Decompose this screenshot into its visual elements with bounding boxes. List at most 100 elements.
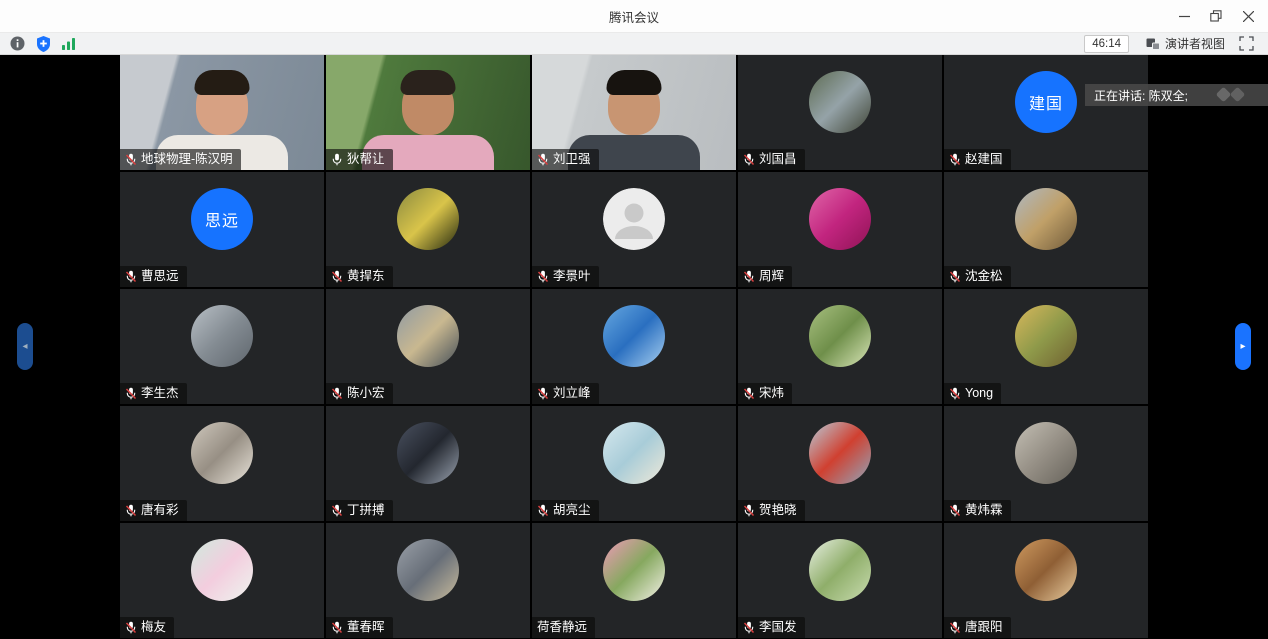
meeting-timer: 46:14 (1084, 35, 1129, 53)
participant-tile[interactable]: 董春晖 (326, 523, 530, 638)
participant-tile[interactable]: 周辉 (738, 172, 942, 287)
participant-tile[interactable]: 李生杰 (120, 289, 324, 404)
avatar-photo (1015, 422, 1077, 484)
participant-name-label: 李生杰 (120, 383, 187, 404)
fullscreen-button[interactable] (1239, 36, 1254, 51)
participant-tile[interactable]: 胡亮尘 (532, 406, 736, 521)
mic-muted-icon (949, 621, 961, 634)
participant-name: 沈金松 (965, 269, 1003, 283)
participant-tile[interactable]: 黄炜霖 (944, 406, 1148, 521)
participant-tile[interactable]: 刘国昌 (738, 55, 942, 170)
participant-name: 荷香静远 (537, 620, 587, 634)
participant-tile[interactable]: 沈金松 (944, 172, 1148, 287)
toolbar: 46:14 演讲者视图 (0, 32, 1268, 55)
info-icon[interactable] (10, 36, 25, 51)
speaker-view-button[interactable]: 演讲者视图 (1146, 35, 1225, 52)
mic-muted-icon (743, 387, 755, 400)
minimize-button[interactable] (1168, 0, 1200, 32)
mic-muted-icon (125, 387, 137, 400)
avatar-photo (603, 422, 665, 484)
participant-tile[interactable]: 宋炜 (738, 289, 942, 404)
participant-name: 唐跟阳 (965, 620, 1003, 634)
participant-tile[interactable]: 荷香静远 (532, 523, 736, 638)
avatar-photo (1015, 305, 1077, 367)
participant-tile[interactable]: 建国赵建国 (944, 55, 1148, 170)
participant-tile[interactable]: 地球物理-陈汉明 (120, 55, 324, 170)
participant-name: 赵建国 (965, 152, 1003, 166)
participant-name-label: 贺艳晓 (738, 500, 805, 521)
participant-tile[interactable]: 贺艳晓 (738, 406, 942, 521)
mic-on-icon (331, 153, 343, 166)
participant-name-label: 地球物理-陈汉明 (120, 149, 241, 170)
network-signal-icon[interactable] (62, 37, 76, 50)
mic-muted-icon (949, 504, 961, 517)
participant-tile[interactable]: 李景叶 (532, 172, 736, 287)
meeting-logo-watermark (1210, 85, 1254, 105)
shield-plus-icon[interactable] (36, 36, 51, 52)
fullscreen-icon (1239, 36, 1254, 51)
window-controls (1168, 0, 1264, 32)
participant-name-label: 荷香静远 (532, 617, 595, 638)
chevron-right-icon: ▸ (1240, 341, 1245, 352)
mic-muted-icon (125, 621, 137, 634)
participant-tile[interactable]: Yong (944, 289, 1148, 404)
participant-tile[interactable]: 梅友 (120, 523, 324, 638)
participant-tile[interactable]: 丁拼搏 (326, 406, 530, 521)
participant-name-label: 刘立峰 (532, 383, 599, 404)
participant-tile[interactable]: 狄帮让 (326, 55, 530, 170)
close-button[interactable] (1232, 0, 1264, 32)
participant-name-label: 胡亮尘 (532, 500, 599, 521)
avatar-photo (191, 422, 253, 484)
participant-name-label: 黄捍东 (326, 266, 393, 287)
participant-name-label: 刘卫强 (532, 149, 599, 170)
minimize-icon (1179, 11, 1190, 22)
participant-name: 贺艳晓 (759, 503, 797, 517)
participant-tile[interactable]: 思远曹思远 (120, 172, 324, 287)
avatar-photo (603, 305, 665, 367)
participant-name-label: 唐有彩 (120, 500, 187, 521)
avatar-photo (603, 539, 665, 601)
participant-name-label: 李国发 (738, 617, 805, 638)
mic-muted-icon (743, 504, 755, 517)
participant-tile[interactable]: 刘卫强 (532, 55, 736, 170)
avatar-photo (809, 539, 871, 601)
participant-name-label: 陈小宏 (326, 383, 393, 404)
participant-name-label: 董春晖 (326, 617, 393, 638)
avatar-photo (191, 305, 253, 367)
avatar-default (603, 188, 665, 250)
avatar-photo (397, 422, 459, 484)
participant-name: 刘立峰 (553, 386, 591, 400)
participant-name: 黄炜霖 (965, 503, 1003, 517)
participant-tile[interactable]: 李国发 (738, 523, 942, 638)
default-avatar-icon (603, 188, 665, 250)
participant-name: 狄帮让 (347, 152, 385, 166)
participant-name-label: 宋炜 (738, 383, 792, 404)
mic-muted-icon (743, 153, 755, 166)
mic-muted-icon (537, 504, 549, 517)
participant-tile[interactable]: 陈小宏 (326, 289, 530, 404)
participant-name: 梅友 (141, 620, 166, 634)
avatar-photo (809, 188, 871, 250)
participant-name-label: 黄炜霖 (944, 500, 1011, 521)
next-page-button[interactable]: ▸ (1235, 323, 1251, 370)
participant-name-label: 沈金松 (944, 266, 1011, 287)
avatar-photo (397, 188, 459, 250)
participant-name-label: 丁拼搏 (326, 500, 393, 521)
participant-name: 丁拼搏 (347, 503, 385, 517)
prev-page-button[interactable]: ◂ (17, 323, 33, 370)
avatar-photo (191, 539, 253, 601)
participant-tile[interactable]: 唐跟阳 (944, 523, 1148, 638)
participant-tile[interactable]: 唐有彩 (120, 406, 324, 521)
toolbar-right: 46:14 演讲者视图 (1084, 35, 1258, 53)
titlebar: 腾讯会议 (0, 0, 1268, 32)
mic-muted-icon (125, 153, 137, 166)
close-icon (1243, 11, 1254, 22)
participant-name: 宋炜 (759, 386, 784, 400)
participant-tile[interactable]: 黄捍东 (326, 172, 530, 287)
mic-muted-icon (331, 621, 343, 634)
restore-button[interactable] (1200, 0, 1232, 32)
mic-muted-icon (949, 387, 961, 400)
avatar-photo (1015, 539, 1077, 601)
participant-tile[interactable]: 刘立峰 (532, 289, 736, 404)
window-title: 腾讯会议 (609, 7, 659, 26)
